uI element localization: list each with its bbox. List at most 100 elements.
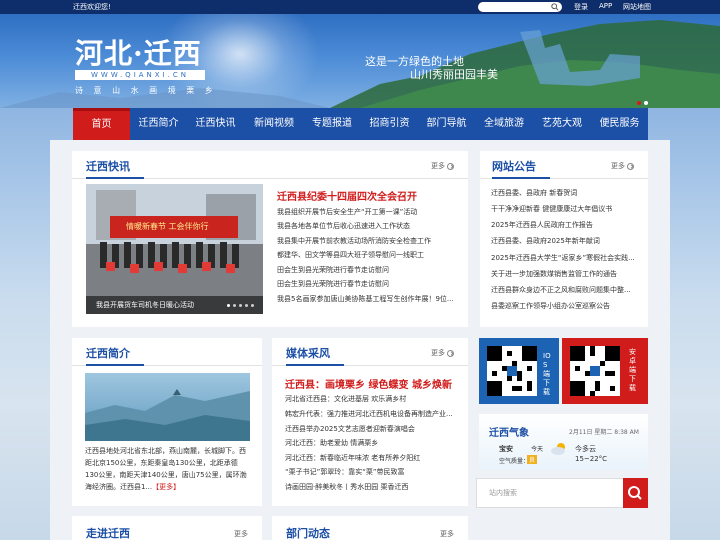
app-link[interactable]: APP [599, 2, 612, 10]
intro-photo[interactable] [85, 373, 250, 441]
search-icon[interactable] [551, 3, 559, 11]
weather-title: 迁西气象 [489, 428, 529, 439]
banner-slogan-line2: 山川秀丽田园丰美 [410, 68, 498, 81]
nav-item-special[interactable]: 专题报道 [303, 108, 361, 140]
chevron-right-icon [447, 162, 454, 170]
nav-item-home[interactable]: 首页 [73, 108, 130, 140]
dept-title: 部门动态 [286, 527, 330, 540]
weather-temperature: 15~22°C [575, 455, 608, 463]
site-search-placeholder: 站内搜索 [489, 489, 517, 497]
weather-card: 迁西气象 2月11日 星期二 8:38 AM 宝安 空气质量： 良 今天 今多云… [479, 414, 648, 470]
main-nav: 首页 迁西简介 迁西快讯 新闻视频 专题报道 招商引资 部门导航 全域旅游 艺苑… [73, 108, 648, 140]
nav-item-services[interactable]: 便民服务 [591, 108, 648, 140]
news-photo-banner-text: 情暖新春节 工会伴你行 [126, 222, 209, 231]
media-item[interactable]: 河北迁西：新春临近年味浓 老有所养夕阳红 [285, 453, 460, 463]
news-header: 迁西快讯 更多 [72, 151, 468, 179]
news-more-link[interactable]: 更多 [431, 161, 454, 171]
welcome-text: 迁西欢迎您! [73, 3, 111, 11]
media-headline[interactable]: 迁西县：画境栗乡 绿色蝶变 城乡焕新 [285, 376, 452, 391]
notice-title: 网站公告 [492, 160, 536, 173]
air-quality-label: 空气质量： [499, 458, 530, 465]
site-logo-title[interactable]: 河北·迁西 [75, 32, 202, 72]
media-item[interactable]: 河北迁西：助老爱幼 情满栗乡 [285, 438, 460, 448]
intro-header: 迁西简介 [72, 338, 262, 366]
media-item[interactable]: 诗画田园·醉美秋冬丨秀水田园 栗香迁西 [285, 482, 460, 492]
dept-more-link[interactable]: 更多 [440, 529, 454, 539]
notice-item[interactable]: 迁西县委、县政府 新春贺词 [491, 188, 636, 198]
weather-city: 宝安 [499, 445, 513, 453]
notice-item[interactable]: 县委巡察工作领导小组办公室巡察公告 [491, 301, 636, 311]
media-card: 媒体采风 更多 [272, 338, 468, 506]
top-bar: 迁西欢迎您! 登录 APP 网站地图 [0, 0, 720, 14]
great-wall-image [85, 389, 250, 441]
top-search-input[interactable] [478, 2, 562, 12]
weather-date: 2月11日 星期二 8:38 AM [569, 429, 639, 436]
media-title-underline [286, 364, 344, 366]
news-title: 迁西快讯 [86, 160, 130, 173]
nav-item-tourism[interactable]: 全域旅游 [475, 108, 533, 140]
android-download-label: 安卓端下载 [629, 348, 636, 392]
notice-item[interactable]: 干干净净迎新春 健健康康过大年倡议书 [491, 204, 636, 214]
login-link[interactable]: 登录 [574, 2, 588, 12]
slider-dot[interactable] [251, 304, 254, 307]
notice-header: 网站公告 更多 [480, 151, 648, 179]
ios-download-block[interactable]: IOS端下载 [479, 338, 559, 404]
slider-dot-active[interactable] [227, 304, 230, 307]
air-quality-badge: 良 [527, 455, 538, 464]
slider-dot[interactable] [239, 304, 242, 307]
news-photo-caption[interactable]: 我县开展货车司机冬日暖心活动 [86, 296, 263, 314]
nav-item-news[interactable]: 迁西快讯 [187, 108, 244, 140]
qr-code-icon [487, 346, 537, 396]
news-headline[interactable]: 迁西县纪委十四届四次全会召开 [277, 188, 417, 203]
android-download-block[interactable]: 安卓端下载 [562, 338, 648, 404]
news-item[interactable]: 我县组织开展节后安全生产“开工第一课”活动 [277, 207, 457, 217]
site-search-button[interactable] [623, 478, 648, 508]
news-item[interactable]: 都建华、田文学等县四大班子领导慰问一线职工 [277, 250, 457, 260]
sitemap-link[interactable]: 网站地图 [623, 2, 651, 12]
intro-title: 迁西简介 [86, 347, 130, 360]
nav-item-intro[interactable]: 迁西简介 [130, 108, 187, 140]
media-item[interactable]: 韩宏升代表：强力推进河北迁西机电设备再制造产业... [285, 409, 460, 419]
news-item[interactable]: 田会生到县光荣院进行春节走访慰问 [277, 265, 457, 275]
notice-more-link[interactable]: 更多 [611, 161, 634, 171]
news-photo-image [86, 184, 263, 314]
site-search-input[interactable]: 站内搜索 [476, 478, 624, 508]
nav-item-arts[interactable]: 艺苑大观 [533, 108, 591, 140]
slider-dot[interactable] [233, 304, 236, 307]
media-item[interactable]: 河北省迁西县：文化进基层 欢乐满乡村 [285, 394, 460, 404]
walk-more-link[interactable]: 更多 [234, 529, 248, 539]
walk-card: 走进迁西 更多 [72, 516, 262, 540]
notice-item[interactable]: 关于进一步加强数煤销售监管工作的通告 [491, 269, 636, 279]
news-title-underline [86, 177, 144, 179]
notice-item[interactable]: 2025年迁西县人民政府工作报告 [491, 220, 636, 230]
intro-title-underline [86, 364, 144, 366]
intro-text-block: 迁西县地处河北省东北部，燕山南麓，长城脚下。西距北京150公里，东距秦皇岛130… [85, 445, 250, 503]
notice-item[interactable]: 迁西县委、县政府2025年新年献词 [491, 236, 636, 246]
nav-item-departments[interactable]: 部门导航 [418, 108, 475, 140]
ios-qr-code[interactable] [487, 346, 537, 396]
walk-title: 走进迁西 [86, 527, 130, 540]
news-item[interactable]: 田会生到县光荣院进行春节走访慰问 [277, 279, 457, 289]
notice-item[interactable]: 2025年迁西县大学生“返家乡”寒假社会实践... [491, 253, 636, 263]
media-more-link[interactable]: 更多 [431, 348, 454, 358]
android-qr-code[interactable] [570, 346, 620, 396]
banner-dot-active[interactable] [637, 101, 641, 105]
notice-item[interactable]: 迁西县群众身边不正之风和腐败问题集中整... [491, 285, 636, 295]
news-item[interactable]: 我县集中开展节前农教活动场所消防安全检查工作 [277, 236, 457, 246]
banner-dot[interactable] [644, 101, 648, 105]
nav-item-video[interactable]: 新闻视频 [245, 108, 303, 140]
notice-title-underline [492, 177, 550, 179]
media-item[interactable]: 迁西县举办2025文艺志愿者迎新春演唱会 [285, 424, 460, 434]
news-item[interactable]: 我县各地各单位节后收心迅速进入工作状态 [277, 221, 457, 231]
news-item[interactable]: 我县5名画家参加唐山美协陈基工程写生创作年展！9位... [277, 294, 457, 304]
qr-code-icon [570, 346, 620, 396]
media-header: 媒体采风 更多 [272, 338, 468, 366]
news-photo-slider[interactable]: 情暖新春节 工会伴你行 我县开展货车司机冬日暖心活动 [86, 184, 263, 314]
intro-more-link[interactable]: 【更多】 [152, 483, 180, 491]
nav-item-invest[interactable]: 招商引资 [361, 108, 418, 140]
slider-dot[interactable] [245, 304, 248, 307]
media-item[interactable]: “栗子书记”郭翠玲：靠实“栗”带民致富 [285, 467, 460, 477]
dept-card: 部门动态 更多 [272, 516, 468, 540]
weather-condition: 今多云 [575, 445, 596, 453]
chevron-right-icon [447, 349, 454, 357]
